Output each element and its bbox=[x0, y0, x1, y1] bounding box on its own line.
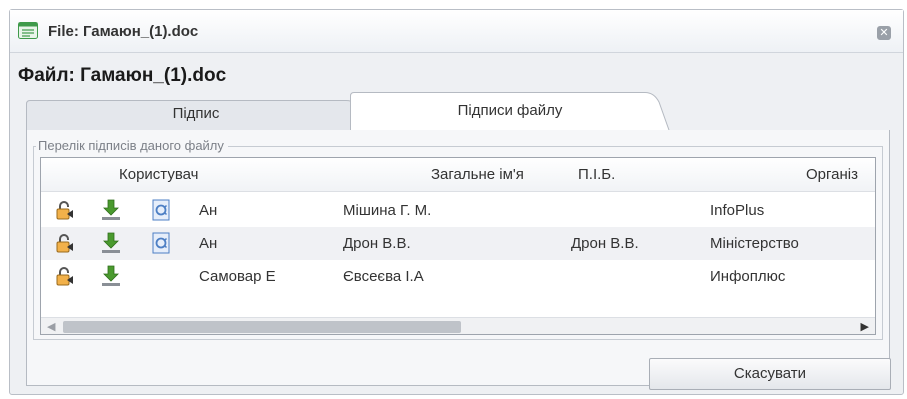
tab-file-signatures[interactable]: Підписи файлу bbox=[350, 92, 670, 132]
dialog-window: File: Гамаюн_(1).doc ✕ Файл: Гамаюн_(1).… bbox=[9, 9, 904, 395]
window-title: File: Гамаюн_(1).doc bbox=[48, 23, 199, 40]
cell-common-name: Євсеєва І.А bbox=[343, 268, 424, 285]
tab-content: Перелік підписів даного файлу Користувач… bbox=[26, 130, 891, 390]
scroll-left-icon[interactable]: ◀ bbox=[47, 320, 55, 333]
table-row[interactable]: Ан Дрон В.В. Дрон В.В. Міністерство bbox=[41, 227, 875, 260]
table-header: Користувач Загальне ім'я П.І.Б. Організ bbox=[41, 158, 875, 192]
cell-organization: Инфоплюс bbox=[710, 268, 786, 285]
cell-user: Ан bbox=[199, 202, 218, 219]
lock-icon[interactable] bbox=[53, 264, 77, 288]
column-header-common-name[interactable]: Загальне ім'я bbox=[431, 166, 524, 183]
cell-common-name: Дрон В.В. bbox=[343, 235, 411, 252]
download-icon[interactable] bbox=[99, 198, 123, 222]
scroll-right-icon[interactable]: ▶ bbox=[861, 320, 869, 333]
cell-common-name: Мішина Г. М. bbox=[343, 202, 432, 219]
table-row[interactable]: Самовар Е Євсеєва І.А Инфоплюс bbox=[41, 260, 875, 293]
cell-user: Ан bbox=[199, 235, 218, 252]
tab-bar: Підпис Підписи файлу bbox=[10, 92, 903, 132]
document-icon bbox=[18, 22, 38, 39]
column-header-pib[interactable]: П.І.Б. bbox=[578, 166, 615, 183]
tab-label: Підпис bbox=[172, 105, 220, 122]
scroll-thumb[interactable] bbox=[63, 321, 461, 333]
title-bar[interactable]: File: Гамаюн_(1).doc ✕ bbox=[10, 10, 903, 53]
group-legend: Перелік підписів даного файлу bbox=[36, 138, 228, 153]
lock-icon[interactable] bbox=[53, 231, 77, 255]
cell-user: Самовар Е bbox=[199, 268, 276, 285]
certificate-icon[interactable] bbox=[149, 198, 173, 222]
tab-label: Підписи файлу bbox=[457, 102, 563, 119]
lock-icon[interactable] bbox=[53, 198, 77, 222]
column-header-organization[interactable]: Організ bbox=[806, 166, 858, 183]
column-header-user[interactable]: Користувач bbox=[119, 166, 198, 183]
signatures-table: Користувач Загальне ім'я П.І.Б. Організ bbox=[40, 157, 876, 335]
signatures-group: Перелік підписів даного файлу Користувач… bbox=[33, 138, 883, 340]
download-icon[interactable] bbox=[99, 264, 123, 288]
cell-organization: Міністерство bbox=[710, 235, 799, 252]
tab-signature[interactable]: Підпис bbox=[26, 100, 366, 132]
horizontal-scrollbar[interactable]: ◀ ▶ bbox=[41, 317, 875, 334]
cell-organization: InfoPlus bbox=[710, 202, 765, 219]
certificate-icon[interactable] bbox=[149, 231, 173, 255]
cancel-button[interactable]: Скасувати bbox=[649, 358, 891, 390]
cell-pib: Дрон В.В. bbox=[571, 235, 639, 252]
close-icon[interactable]: ✕ bbox=[877, 26, 891, 40]
table-row[interactable]: Ан Мішина Г. М. InfoPlus bbox=[41, 194, 875, 227]
download-icon[interactable] bbox=[99, 231, 123, 255]
page-title: Файл: Гамаюн_(1).doc bbox=[18, 65, 227, 86]
